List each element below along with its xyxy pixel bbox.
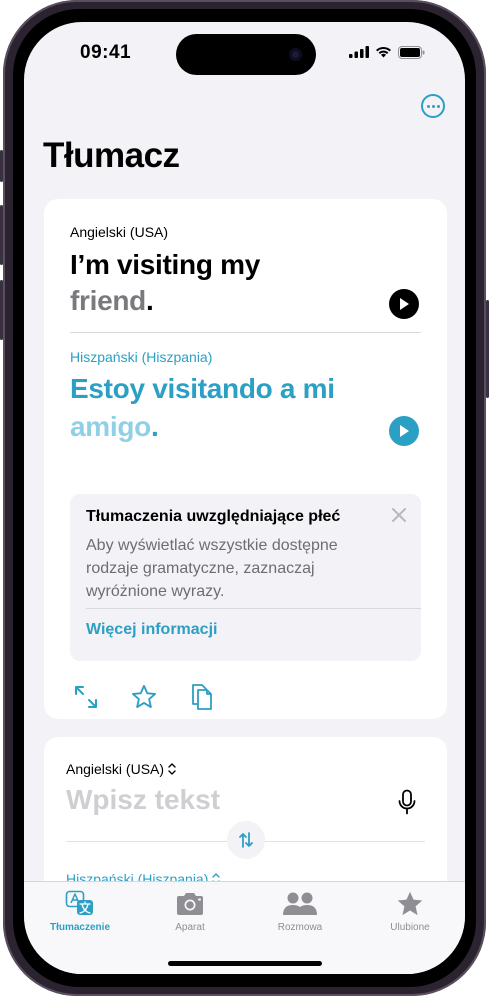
wifi-icon bbox=[376, 46, 391, 58]
camera-icon bbox=[177, 893, 203, 915]
tab-camera[interactable]: Aparat bbox=[135, 890, 245, 933]
tab-bar: Tłumaczenie Aparat Rozmowa Ulubione bbox=[24, 881, 465, 974]
highlighted-word-friend[interactable]: friend bbox=[70, 285, 146, 316]
more-options-button[interactable] bbox=[421, 94, 445, 118]
source-text: I’m visiting my friend. bbox=[70, 247, 360, 319]
tab-conversation[interactable]: Rozmowa bbox=[245, 890, 355, 933]
action-bar bbox=[72, 683, 216, 711]
microphone-button[interactable] bbox=[398, 789, 416, 822]
dynamic-island bbox=[176, 34, 316, 75]
status-time: 09:41 bbox=[80, 42, 132, 63]
play-source-button[interactable] bbox=[389, 289, 419, 319]
volume-down-button bbox=[0, 280, 3, 340]
close-icon bbox=[392, 508, 406, 522]
close-info-button[interactable] bbox=[391, 507, 407, 528]
copy-button[interactable] bbox=[188, 683, 216, 711]
source-text-main: I’m visiting my bbox=[70, 249, 260, 280]
tab-label: Aparat bbox=[175, 922, 205, 933]
chevron-up-down-icon bbox=[168, 763, 176, 775]
source-language-selector[interactable]: Angielski (USA) bbox=[66, 761, 176, 777]
ellipsis-circle-icon bbox=[426, 104, 430, 108]
favorite-button[interactable] bbox=[130, 683, 158, 711]
more-info-link[interactable]: Więcej informacji bbox=[86, 621, 217, 639]
page-title: Tłumacz bbox=[43, 136, 180, 175]
silent-switch bbox=[0, 150, 3, 182]
tab-label: Tłumaczenie bbox=[49, 922, 111, 933]
translated-text-period: . bbox=[150, 411, 159, 442]
microphone-icon bbox=[398, 789, 416, 815]
source-language-label: Angielski (USA) bbox=[70, 224, 169, 240]
text-input[interactable] bbox=[66, 784, 366, 816]
star-icon bbox=[397, 891, 423, 916]
fullscreen-button[interactable] bbox=[72, 683, 100, 711]
play-icon bbox=[400, 298, 409, 310]
swap-arrows-icon bbox=[239, 832, 253, 848]
source-text-period: . bbox=[145, 285, 154, 316]
translated-text: Estoy visitando a mi amigo. bbox=[70, 370, 390, 446]
volume-up-button bbox=[0, 205, 3, 265]
expand-arrows-icon bbox=[75, 686, 97, 708]
battery-icon bbox=[398, 45, 425, 59]
translation-card: Angielski (USA) I’m visiting my friend. H… bbox=[44, 199, 447, 719]
screen: 09:41 Tłumacz Angielski (USA) I’m visiti… bbox=[24, 22, 465, 974]
front-camera-icon bbox=[289, 48, 302, 61]
play-icon bbox=[400, 425, 409, 437]
highlighted-word-amigo[interactable]: amigo bbox=[70, 411, 151, 442]
target-language-label: Hiszpański (Hiszpania) bbox=[70, 349, 213, 365]
gender-info-box: Tłumaczenia uwzględniające płeć Aby wyśw… bbox=[70, 494, 421, 661]
home-indicator bbox=[168, 961, 322, 966]
info-divider bbox=[86, 608, 421, 609]
status-icons bbox=[349, 44, 425, 60]
play-translation-button[interactable] bbox=[389, 416, 419, 446]
divider bbox=[70, 332, 421, 333]
tab-favorites[interactable]: Ulubione bbox=[355, 890, 465, 933]
copy-icon bbox=[192, 684, 212, 710]
source-language-selector-label: Angielski (USA) bbox=[66, 761, 165, 777]
info-title: Tłumaczenia uwzględniające płeć bbox=[86, 508, 341, 525]
swap-languages-button[interactable] bbox=[227, 821, 265, 859]
translated-text-main: Estoy visitando a mi bbox=[70, 373, 335, 404]
translate-icon bbox=[65, 890, 93, 915]
people-icon bbox=[283, 892, 317, 915]
cellular-signal-icon bbox=[349, 46, 369, 58]
star-outline-icon bbox=[131, 684, 157, 708]
tab-translation[interactable]: Tłumaczenie bbox=[25, 890, 135, 933]
tab-label: Rozmowa bbox=[277, 922, 323, 933]
info-body: Aby wyświetlać wszystkie dostępne rodzaj… bbox=[86, 537, 338, 600]
tab-label: Ulubione bbox=[390, 922, 430, 933]
